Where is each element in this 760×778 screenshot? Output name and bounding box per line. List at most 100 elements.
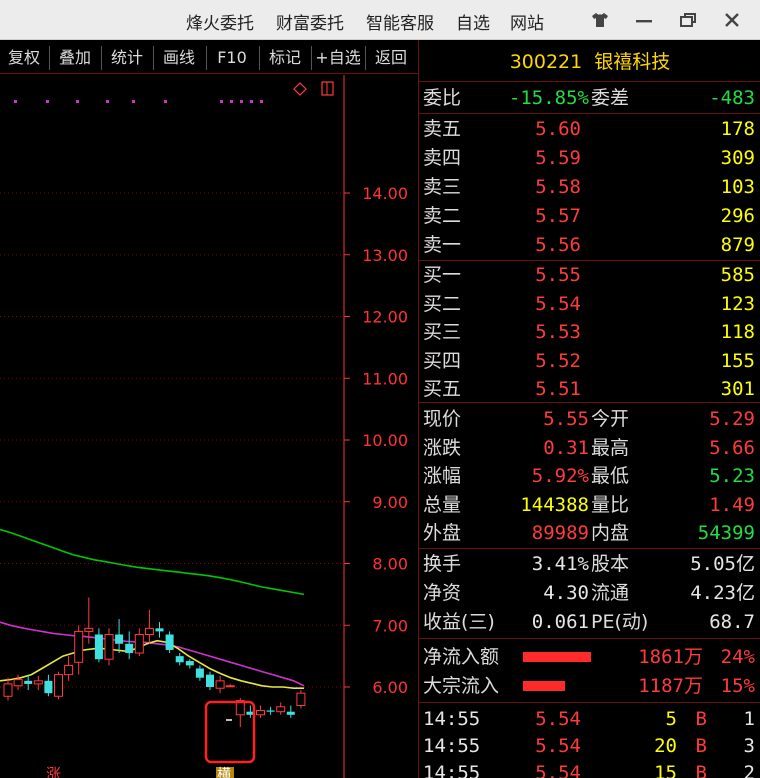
bid-1-label: 买一 bbox=[423, 264, 462, 286]
candle-body bbox=[296, 692, 306, 707]
stat-value: 5.92% bbox=[531, 465, 589, 487]
signal-dot bbox=[240, 100, 243, 103]
stat-label: 最高 bbox=[591, 436, 630, 459]
candle-body bbox=[256, 709, 265, 716]
ask-4-row[interactable]: 卖四 5.59 309 bbox=[419, 144, 760, 172]
stat-label: 外盘 bbox=[423, 522, 462, 544]
tick-volume: 5 bbox=[665, 708, 677, 730]
stat-label: 总量 bbox=[423, 493, 462, 516]
fundamental-value: 68.7 bbox=[709, 611, 755, 633]
fundamental-value: 4.30 bbox=[543, 582, 589, 604]
menu-caifu-order[interactable]: 财富委托 bbox=[276, 9, 344, 34]
bottom-mark: 涨 bbox=[46, 765, 61, 778]
flow-amount: 1861万 bbox=[638, 646, 703, 668]
y-tick-label: 13.00 bbox=[362, 246, 408, 265]
tick-time: 14:55 bbox=[423, 735, 481, 757]
fundamental-value: 3.41% bbox=[531, 553, 589, 575]
price-axis: 14.00 13.00 12.00 11.00 10.00 9.00 8.00 7.00 6.0… bbox=[343, 75, 408, 778]
close-icon[interactable] bbox=[718, 6, 746, 34]
fundamental-row: 换手 3.41% 股本 5.05亿 bbox=[419, 550, 760, 578]
stat-label: 今开 bbox=[591, 408, 630, 430]
menu-website[interactable]: 网站 bbox=[510, 9, 544, 34]
bid-3-label: 买三 bbox=[423, 321, 462, 343]
bid-1-volume: 585 bbox=[720, 264, 755, 286]
signal-dot bbox=[250, 100, 253, 103]
menu-fenghuo-order[interactable]: 烽火委托 bbox=[186, 9, 254, 34]
signal-dot bbox=[76, 100, 79, 103]
add-watchlist-button[interactable]: +自选 bbox=[313, 46, 363, 70]
menu-watchlist[interactable]: 自选 bbox=[456, 9, 490, 34]
ask-5-row[interactable]: 卖五 5.60 178 bbox=[419, 115, 760, 143]
tick-side: B bbox=[695, 708, 707, 730]
stock-code: 300221 bbox=[509, 51, 583, 73]
bid-2-row[interactable]: 买二 5.54 123 bbox=[419, 290, 760, 318]
bid-2-volume: 123 bbox=[720, 292, 755, 315]
candle-body bbox=[115, 634, 124, 644]
stat-value: 5.55 bbox=[543, 408, 589, 430]
stock-header[interactable]: 300221 银禧科技 bbox=[419, 40, 760, 82]
stat-label: 最低 bbox=[591, 465, 630, 487]
candle-body bbox=[266, 710, 275, 712]
ask-1-price: 5.56 bbox=[535, 234, 581, 256]
statistics-button[interactable]: 统计 bbox=[104, 46, 150, 70]
candle-body bbox=[33, 680, 43, 685]
y-tick-label: 14.00 bbox=[362, 184, 408, 203]
candle-body bbox=[286, 711, 295, 715]
shirt-icon[interactable] bbox=[586, 6, 614, 34]
stat-value: 1.49 bbox=[709, 493, 755, 516]
fundamental-label: 换手 bbox=[423, 553, 462, 575]
kline-chart[interactable]: 14.00 13.00 12.00 11.00 10.00 9.00 8.00 7.00 6.0… bbox=[0, 75, 418, 778]
bid-3-row[interactable]: 买三 5.53 118 bbox=[419, 318, 760, 346]
back-button[interactable]: 返回 bbox=[368, 46, 414, 70]
candle-body bbox=[225, 685, 235, 688]
ask-3-row[interactable]: 卖三 5.58 103 bbox=[419, 173, 760, 201]
bid-3-volume: 118 bbox=[720, 321, 755, 343]
flow-row: 净流入额 1861万 24% bbox=[419, 643, 760, 671]
mark-button[interactable]: 标记 bbox=[262, 46, 308, 70]
restore-icon[interactable] bbox=[674, 6, 702, 34]
stat-row: 总量 144388 量比 1.49 bbox=[419, 491, 760, 519]
fuquan-button[interactable]: 复权 bbox=[2, 46, 46, 70]
candle-body bbox=[134, 634, 144, 654]
ask-2-row[interactable]: 卖二 5.57 296 bbox=[419, 202, 760, 230]
bid-5-row[interactable]: 买五 5.51 301 bbox=[419, 375, 760, 403]
bid-4-price: 5.52 bbox=[535, 349, 581, 372]
flow-pct: 24% bbox=[720, 646, 755, 668]
ask-2-volume: 296 bbox=[720, 205, 755, 227]
menu-smart-service[interactable]: 智能客服 bbox=[366, 9, 434, 34]
minimize-icon[interactable] bbox=[630, 6, 658, 34]
fundamental-row: 收益(三) 0.061 PE(动) 68.7 bbox=[419, 608, 760, 636]
stat-row: 外盘 89989 内盘 54399 bbox=[419, 519, 760, 547]
highlight-box bbox=[204, 700, 256, 764]
fundamental-value: 0.061 bbox=[531, 611, 589, 633]
tick-count: 3 bbox=[743, 735, 755, 757]
bid-5-volume: 301 bbox=[720, 378, 755, 400]
tick-time: 14:55 bbox=[423, 708, 481, 730]
tick-price: 5.54 bbox=[535, 735, 581, 757]
candle-body bbox=[155, 628, 164, 632]
ask-1-row[interactable]: 卖一 5.56 879 bbox=[419, 231, 760, 259]
bid-4-volume: 155 bbox=[720, 349, 755, 372]
tick-price: 5.54 bbox=[535, 708, 581, 730]
candle-body bbox=[74, 630, 84, 663]
signal-dot bbox=[106, 100, 109, 103]
candle-body bbox=[175, 656, 184, 663]
ask-5-price: 5.60 bbox=[535, 118, 581, 140]
tick-side: B bbox=[695, 735, 707, 757]
ask-3-volume: 103 bbox=[720, 176, 755, 198]
bid-1-row[interactable]: 买一 5.55 585 bbox=[419, 261, 760, 289]
signal-dot bbox=[164, 100, 167, 103]
bid-4-row[interactable]: 买四 5.52 155 bbox=[419, 347, 760, 375]
ask-1-volume: 879 bbox=[720, 234, 755, 256]
ask-2-price: 5.57 bbox=[535, 205, 581, 227]
candle-body bbox=[94, 634, 103, 660]
candle-body bbox=[206, 674, 214, 687]
stock-name: 银禧科技 bbox=[594, 51, 671, 73]
candle-body bbox=[144, 627, 154, 636]
bottom-mark: 横 bbox=[217, 767, 231, 778]
draw-line-button[interactable]: 画线 bbox=[156, 46, 202, 70]
signal-dot bbox=[220, 100, 223, 103]
overlay-button[interactable]: 叠加 bbox=[52, 46, 98, 70]
f10-button[interactable]: F10 bbox=[209, 46, 255, 70]
ask-4-label: 卖四 bbox=[423, 147, 462, 169]
